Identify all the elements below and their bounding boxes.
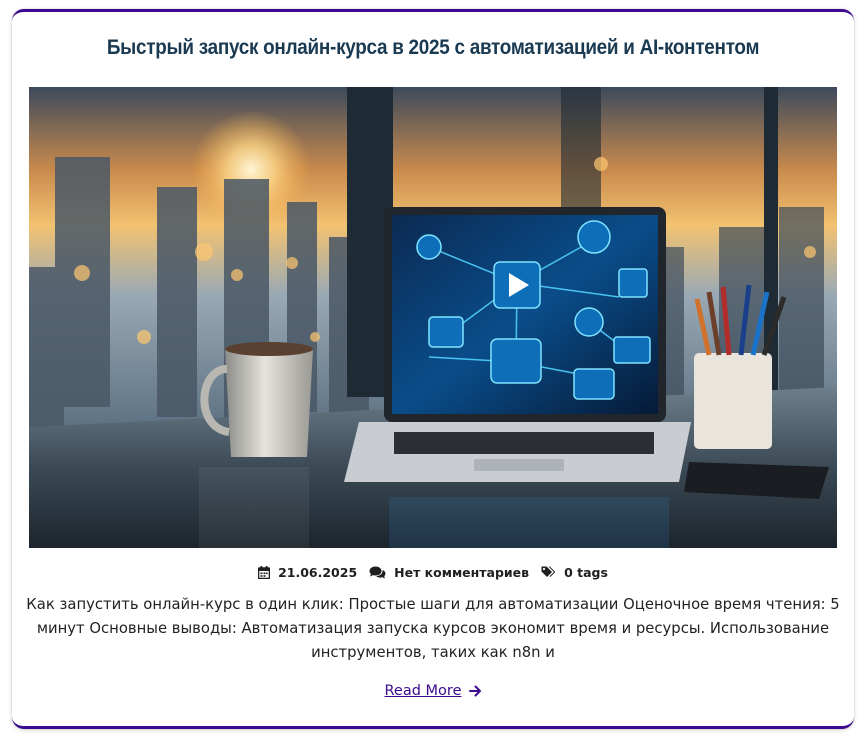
meta-tags[interactable]: 0 tags <box>541 565 608 580</box>
post-meta: 21.06.2025 Нет комментариев 0 tags <box>12 565 854 580</box>
post-featured-image[interactable] <box>29 87 837 548</box>
meta-comments[interactable]: Нет комментариев <box>369 565 529 580</box>
tags-icon <box>541 566 556 577</box>
read-more-link[interactable]: Read More <box>385 683 462 699</box>
arrow-right-icon[interactable] <box>468 685 482 697</box>
calendar-icon <box>258 566 271 579</box>
post-card: Быстрый запуск онлайн-курса в 2025 с авт… <box>12 9 854 729</box>
meta-tags-text: 0 tags <box>564 565 608 580</box>
read-more-container: Read More <box>12 683 854 699</box>
meta-date-text: 21.06.2025 <box>278 565 358 580</box>
post-title[interactable]: Быстрый запуск онлайн-курса в 2025 с авт… <box>54 36 812 60</box>
post-excerpt: Как запустить онлайн-курс в один клик: П… <box>26 596 840 661</box>
meta-date: 21.06.2025 <box>258 565 357 580</box>
comments-icon <box>369 566 386 579</box>
meta-comments-text: Нет комментариев <box>394 565 530 580</box>
